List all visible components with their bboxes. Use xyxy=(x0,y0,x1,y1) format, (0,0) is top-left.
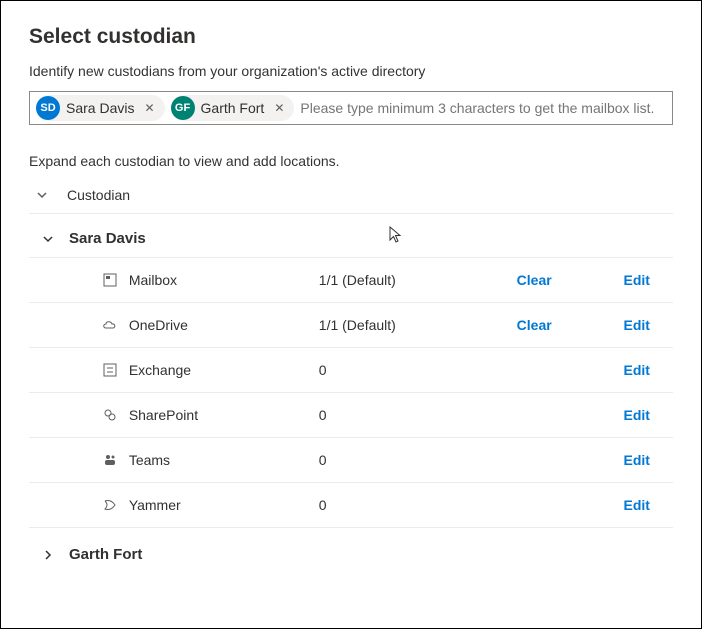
chip-label: Sara Davis xyxy=(66,100,134,116)
subtitle: Identify new custodians from your organi… xyxy=(29,63,673,79)
location-label: Yammer xyxy=(129,497,319,513)
custodian-row-sara-davis[interactable]: Sara Davis xyxy=(29,214,673,258)
location-label: Teams xyxy=(129,452,319,468)
expand-hint: Expand each custodian to view and add lo… xyxy=(29,153,673,169)
custodian-name: Sara Davis xyxy=(69,230,146,247)
page-title: Select custodian xyxy=(29,25,673,49)
clear-button[interactable]: Clear xyxy=(517,272,624,288)
location-row-exchange: Exchange 0 Edit xyxy=(29,348,673,393)
location-row-mailbox: Mailbox 1/1 (Default) Clear Edit xyxy=(29,258,673,303)
close-icon[interactable]: ✕ xyxy=(140,101,158,115)
edit-button[interactable]: Edit xyxy=(624,452,673,468)
custodian-chip[interactable]: GF Garth Fort ✕ xyxy=(171,95,295,121)
sharepoint-icon xyxy=(101,408,119,422)
location-label: Exchange xyxy=(129,362,319,378)
exchange-icon xyxy=(101,363,119,377)
location-label: SharePoint xyxy=(129,407,319,423)
custodian-search-box[interactable]: SD Sara Davis ✕ GF Garth Fort ✕ xyxy=(29,91,673,125)
table-header: Custodian xyxy=(29,187,673,214)
chevron-down-icon[interactable] xyxy=(41,232,55,246)
onedrive-icon xyxy=(101,319,119,331)
location-count: 0 xyxy=(319,407,517,423)
location-row-yammer: Yammer 0 Edit xyxy=(29,483,673,528)
edit-button[interactable]: Edit xyxy=(624,272,673,288)
cursor-icon xyxy=(389,226,403,248)
location-count: 0 xyxy=(319,452,517,468)
avatar: GF xyxy=(171,96,195,120)
location-count: 0 xyxy=(319,362,517,378)
location-row-teams: Teams 0 Edit xyxy=(29,438,673,483)
location-label: OneDrive xyxy=(129,317,319,333)
chevron-down-icon[interactable] xyxy=(35,188,49,202)
custodian-name: Garth Fort xyxy=(69,546,142,563)
custodian-row-garth-fort[interactable]: Garth Fort xyxy=(29,528,673,563)
teams-icon xyxy=(101,453,119,467)
clear-button[interactable]: Clear xyxy=(517,317,624,333)
avatar: SD xyxy=(36,96,60,120)
chip-label: Garth Fort xyxy=(201,100,265,116)
location-row-sharepoint: SharePoint 0 Edit xyxy=(29,393,673,438)
mailbox-icon xyxy=(101,273,119,287)
chevron-right-icon[interactable] xyxy=(41,548,55,562)
yammer-icon xyxy=(101,498,119,512)
location-count: 0 xyxy=(319,497,517,513)
location-label: Mailbox xyxy=(129,272,319,288)
location-row-onedrive: OneDrive 1/1 (Default) Clear Edit xyxy=(29,303,673,348)
custodian-chip[interactable]: SD Sara Davis ✕ xyxy=(36,95,165,121)
search-input[interactable] xyxy=(300,100,666,116)
location-count: 1/1 (Default) xyxy=(319,317,517,333)
close-icon[interactable]: ✕ xyxy=(270,101,288,115)
edit-button[interactable]: Edit xyxy=(624,497,673,513)
edit-button[interactable]: Edit xyxy=(624,317,673,333)
column-header-custodian: Custodian xyxy=(67,187,130,203)
edit-button[interactable]: Edit xyxy=(624,362,673,378)
edit-button[interactable]: Edit xyxy=(624,407,673,423)
location-count: 1/1 (Default) xyxy=(319,272,517,288)
